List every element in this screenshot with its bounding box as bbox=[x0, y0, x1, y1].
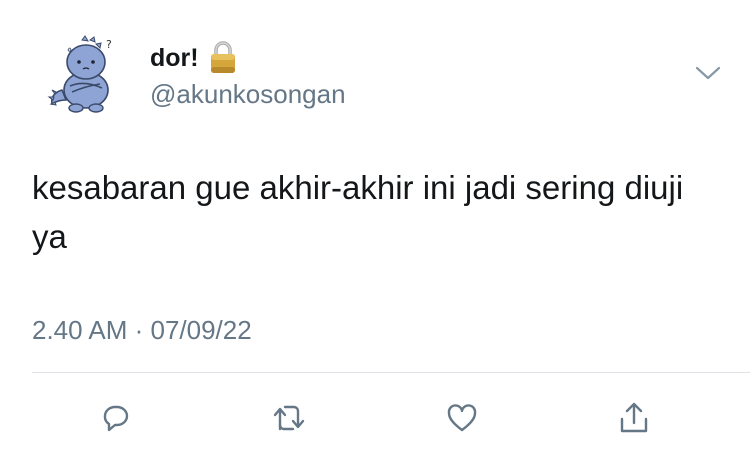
retweet-icon[interactable] bbox=[267, 396, 311, 440]
svg-text:?: ? bbox=[106, 38, 112, 51]
tweet-text: kesabaran gue akhir-akhir ini jadi serin… bbox=[32, 169, 684, 255]
lock-icon bbox=[209, 39, 237, 75]
tweet-timestamp[interactable]: 2.40 AM · 07/09/22 bbox=[32, 312, 252, 348]
like-icon[interactable] bbox=[440, 396, 484, 440]
chevron-down-icon[interactable] bbox=[694, 64, 722, 82]
tweet-card: ? dor! @akunkosongan kesabaran gue akhir… bbox=[0, 0, 750, 461]
share-icon[interactable] bbox=[612, 396, 656, 440]
avatar[interactable]: ? bbox=[44, 34, 126, 116]
reply-icon[interactable] bbox=[94, 396, 138, 440]
divider bbox=[32, 372, 750, 373]
display-name[interactable]: dor! bbox=[150, 38, 199, 78]
tweet-actions bbox=[0, 390, 750, 446]
user-handle[interactable]: @akunkosongan bbox=[150, 76, 346, 112]
user-name-row: dor! bbox=[150, 38, 237, 78]
